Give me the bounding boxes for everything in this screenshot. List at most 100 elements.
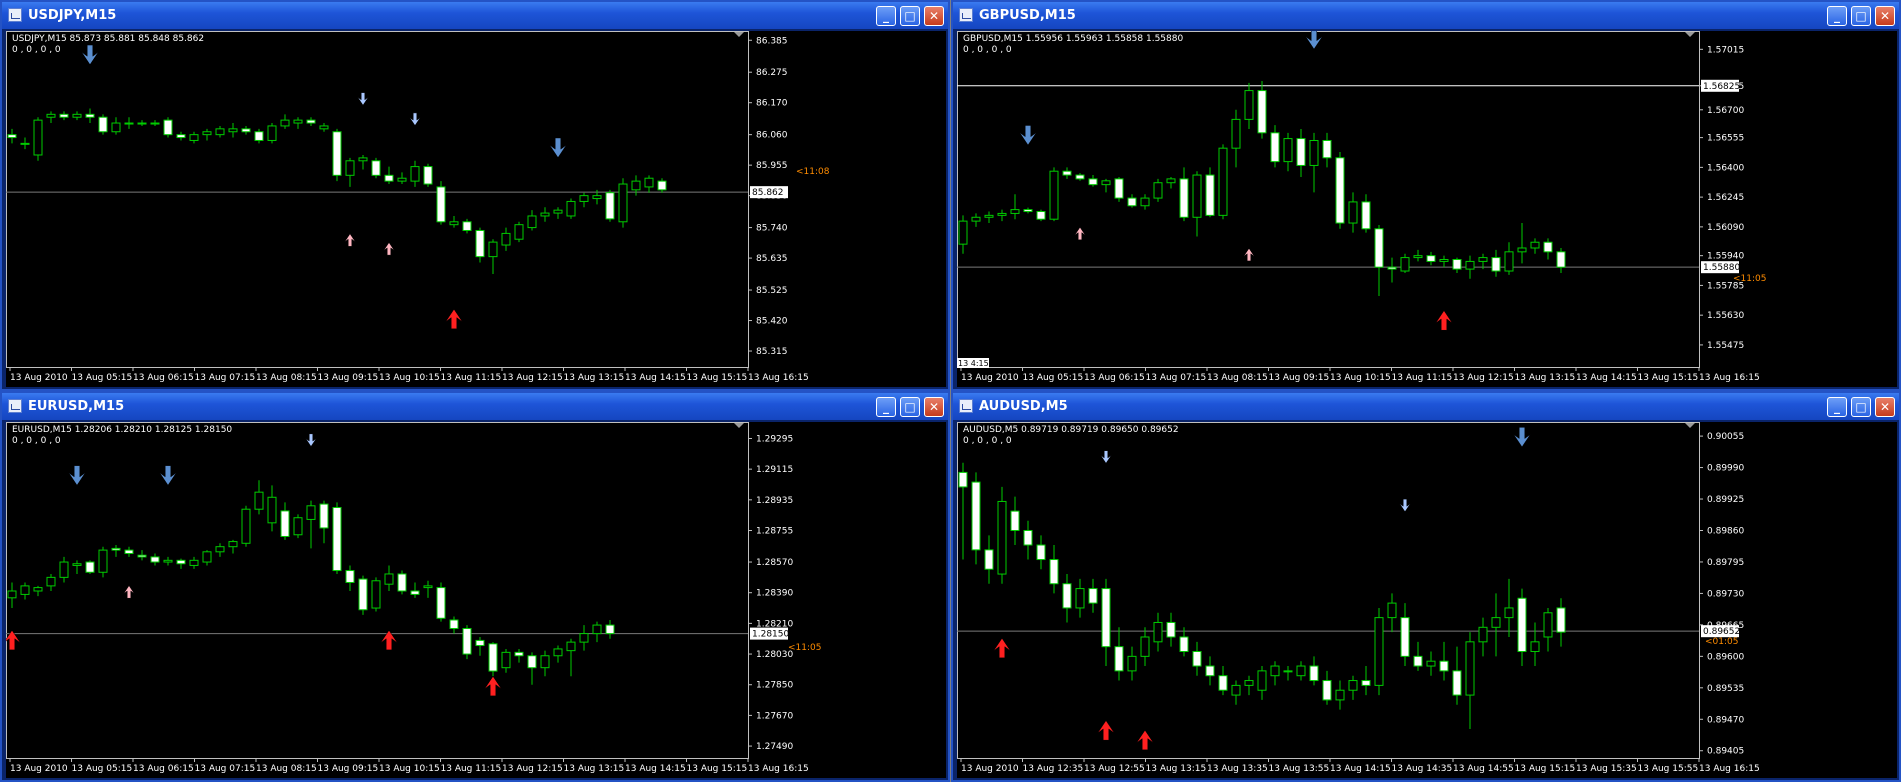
y-tick-label: 85.955 — [756, 161, 788, 171]
window-titlebar[interactable]: GBPUSD,M15 _ □ ✕ — [953, 2, 1899, 29]
bull-candle — [527, 215, 537, 229]
x-tick-label: 13 Aug 15:15 — [1515, 764, 1576, 774]
maximize-button[interactable]: □ — [900, 397, 920, 417]
maximize-button[interactable]: □ — [900, 6, 920, 26]
x-tick-label: 13 Aug 11:15 — [1392, 373, 1453, 383]
arrow-down-icon — [1019, 125, 1037, 146]
maximize-button[interactable]: □ — [1851, 397, 1871, 417]
x-tick-label: 13 Aug 05:15 — [1023, 373, 1084, 383]
x-tick-label: 13 Aug 13:15 — [564, 764, 625, 774]
bull-candle — [1530, 241, 1540, 249]
bear-candle — [1452, 670, 1462, 696]
chart-window-audusd[interactable]: AUDUSD,M5 _ □ ✕ AUDUSD,M5 0.89719 0.8971… — [951, 391, 1901, 782]
y-tick-label: 1.27850 — [756, 681, 793, 691]
candlestick-chart[interactable]: GBPUSD,M15 1.55956 1.55963 1.55858 1.558… — [957, 29, 1897, 387]
y-tick-label: 1.56400 — [1707, 163, 1744, 173]
chart-area[interactable]: USDJPY,M15 85.873 85.881 85.848 85.862 0… — [6, 31, 946, 387]
bull-candle — [1413, 255, 1423, 259]
bull-candle — [1348, 680, 1358, 691]
y-tick-label: 1.29295 — [756, 434, 793, 444]
bar-timer: <01:05 — [1705, 637, 1738, 647]
close-button[interactable]: ✕ — [924, 6, 944, 26]
bull-candle — [1140, 636, 1150, 657]
bull-candle — [345, 160, 355, 176]
chart-area[interactable]: GBPUSD,M15 1.55956 1.55963 1.55858 1.558… — [957, 29, 1897, 387]
window-titlebar[interactable]: EURUSD,M15 _ □ ✕ — [2, 393, 948, 420]
bull-candle — [384, 573, 394, 585]
y-tick-label: 1.56245 — [1707, 193, 1744, 203]
bear-candle — [1088, 178, 1098, 186]
bear-candle — [1088, 588, 1098, 604]
bull-candle — [618, 183, 628, 223]
close-button[interactable]: ✕ — [1875, 6, 1895, 26]
plot-frame — [957, 31, 1700, 368]
x-tick-label: 13 Aug 07:15 — [195, 764, 256, 774]
y-tick-label: 1.55785 — [1707, 281, 1744, 291]
bear-candle — [1166, 621, 1176, 638]
minimize-button[interactable]: _ — [876, 6, 896, 26]
bull-candle — [1231, 118, 1241, 149]
bear-candle — [527, 655, 537, 669]
bull-candle — [1075, 588, 1085, 609]
candlestick-chart[interactable]: EURUSD,M15 1.28206 1.28210 1.28125 1.281… — [3, 422, 946, 778]
bear-candle — [150, 556, 160, 563]
bear-candle — [1426, 255, 1436, 262]
arrow-up-icon — [1136, 729, 1154, 751]
bear-candle — [971, 481, 981, 551]
maximize-button[interactable]: □ — [1851, 6, 1871, 26]
bull-candle — [293, 119, 303, 124]
bull-candle — [1153, 621, 1163, 643]
bull-candle — [958, 220, 968, 245]
bull-candle — [984, 214, 994, 218]
bear-candle — [254, 131, 264, 141]
arrow-up-icon — [1243, 247, 1255, 262]
close-button[interactable]: ✕ — [924, 397, 944, 417]
x-tick-label: 13 Aug 12:35 — [1023, 764, 1084, 774]
bear-candle — [1309, 665, 1319, 682]
minimize-button[interactable]: _ — [1827, 6, 1847, 26]
chart-window-eurusd[interactable]: EURUSD,M15 _ □ ✕ EURUSD,M15 1.28206 1.28… — [0, 391, 950, 782]
bear-candle — [1335, 157, 1345, 224]
x-tick-label: 13 Aug 10:15 — [1330, 373, 1391, 383]
x-tick-label: 13 Aug 10:15 — [379, 764, 440, 774]
minimize-button[interactable]: _ — [1827, 397, 1847, 417]
y-tick-label: 1.55630 — [1707, 311, 1744, 321]
bear-candle — [1023, 209, 1033, 213]
chart-area[interactable]: AUDUSD,M5 0.89719 0.89719 0.89650 0.8965… — [957, 422, 1897, 778]
y-tick-label: 1.27490 — [756, 742, 793, 752]
bull-candle — [1400, 257, 1410, 272]
bear-candle — [176, 559, 186, 565]
bull-candle — [514, 224, 524, 240]
arrow-down-icon — [1100, 450, 1112, 464]
bear-candle — [1543, 241, 1553, 253]
bull-candle — [553, 209, 563, 214]
arrow-down-icon — [549, 137, 567, 159]
window-titlebar[interactable]: AUDUSD,M5 _ □ ✕ — [953, 393, 1899, 420]
bear-candle — [345, 570, 355, 583]
bull-candle — [449, 221, 459, 226]
chart-window-icon — [959, 399, 973, 413]
chart-area[interactable]: EURUSD,M15 1.28206 1.28210 1.28125 1.281… — [3, 422, 946, 778]
candlestick-chart[interactable]: USDJPY,M15 85.873 85.881 85.848 85.862 0… — [6, 31, 946, 387]
indicator-values: 0 , 0 , 0 , 0 — [963, 436, 1012, 446]
chart-window-gbpusd[interactable]: GBPUSD,M15 _ □ ✕ GBPUSD,M15 1.55956 1.55… — [951, 0, 1901, 391]
arrow-up-icon — [445, 308, 463, 330]
indicator-values: 0 , 0 , 0 , 0 — [963, 45, 1012, 55]
bull-candle — [1283, 138, 1293, 163]
indicator-values: 0 , 0 , 0 , 0 — [12, 436, 61, 446]
bear-candle — [462, 627, 472, 655]
x-tick-label: 13 Aug 11:15 — [441, 764, 502, 774]
bear-candle — [85, 561, 95, 573]
minimize-button[interactable]: _ — [876, 397, 896, 417]
bull-candle — [579, 195, 589, 202]
x-tick-label: 13 Aug 14:15 — [1330, 764, 1391, 774]
x-tick-label: 13 Aug 14:35 — [1392, 764, 1453, 774]
bear-candle — [176, 134, 186, 139]
arrow-down-icon — [357, 92, 369, 106]
bear-candle — [1439, 660, 1449, 672]
close-button[interactable]: ✕ — [1875, 397, 1895, 417]
chart-window-usdjpy[interactable]: USDJPY,M15 _ □ ✕ USDJPY,M15 85.873 85.88… — [0, 0, 950, 391]
window-title: USDJPY,M15 — [28, 8, 117, 23]
window-titlebar[interactable]: USDJPY,M15 _ □ ✕ — [2, 2, 948, 29]
candlestick-chart[interactable]: AUDUSD,M5 0.89719 0.89719 0.89650 0.8965… — [957, 422, 1897, 778]
